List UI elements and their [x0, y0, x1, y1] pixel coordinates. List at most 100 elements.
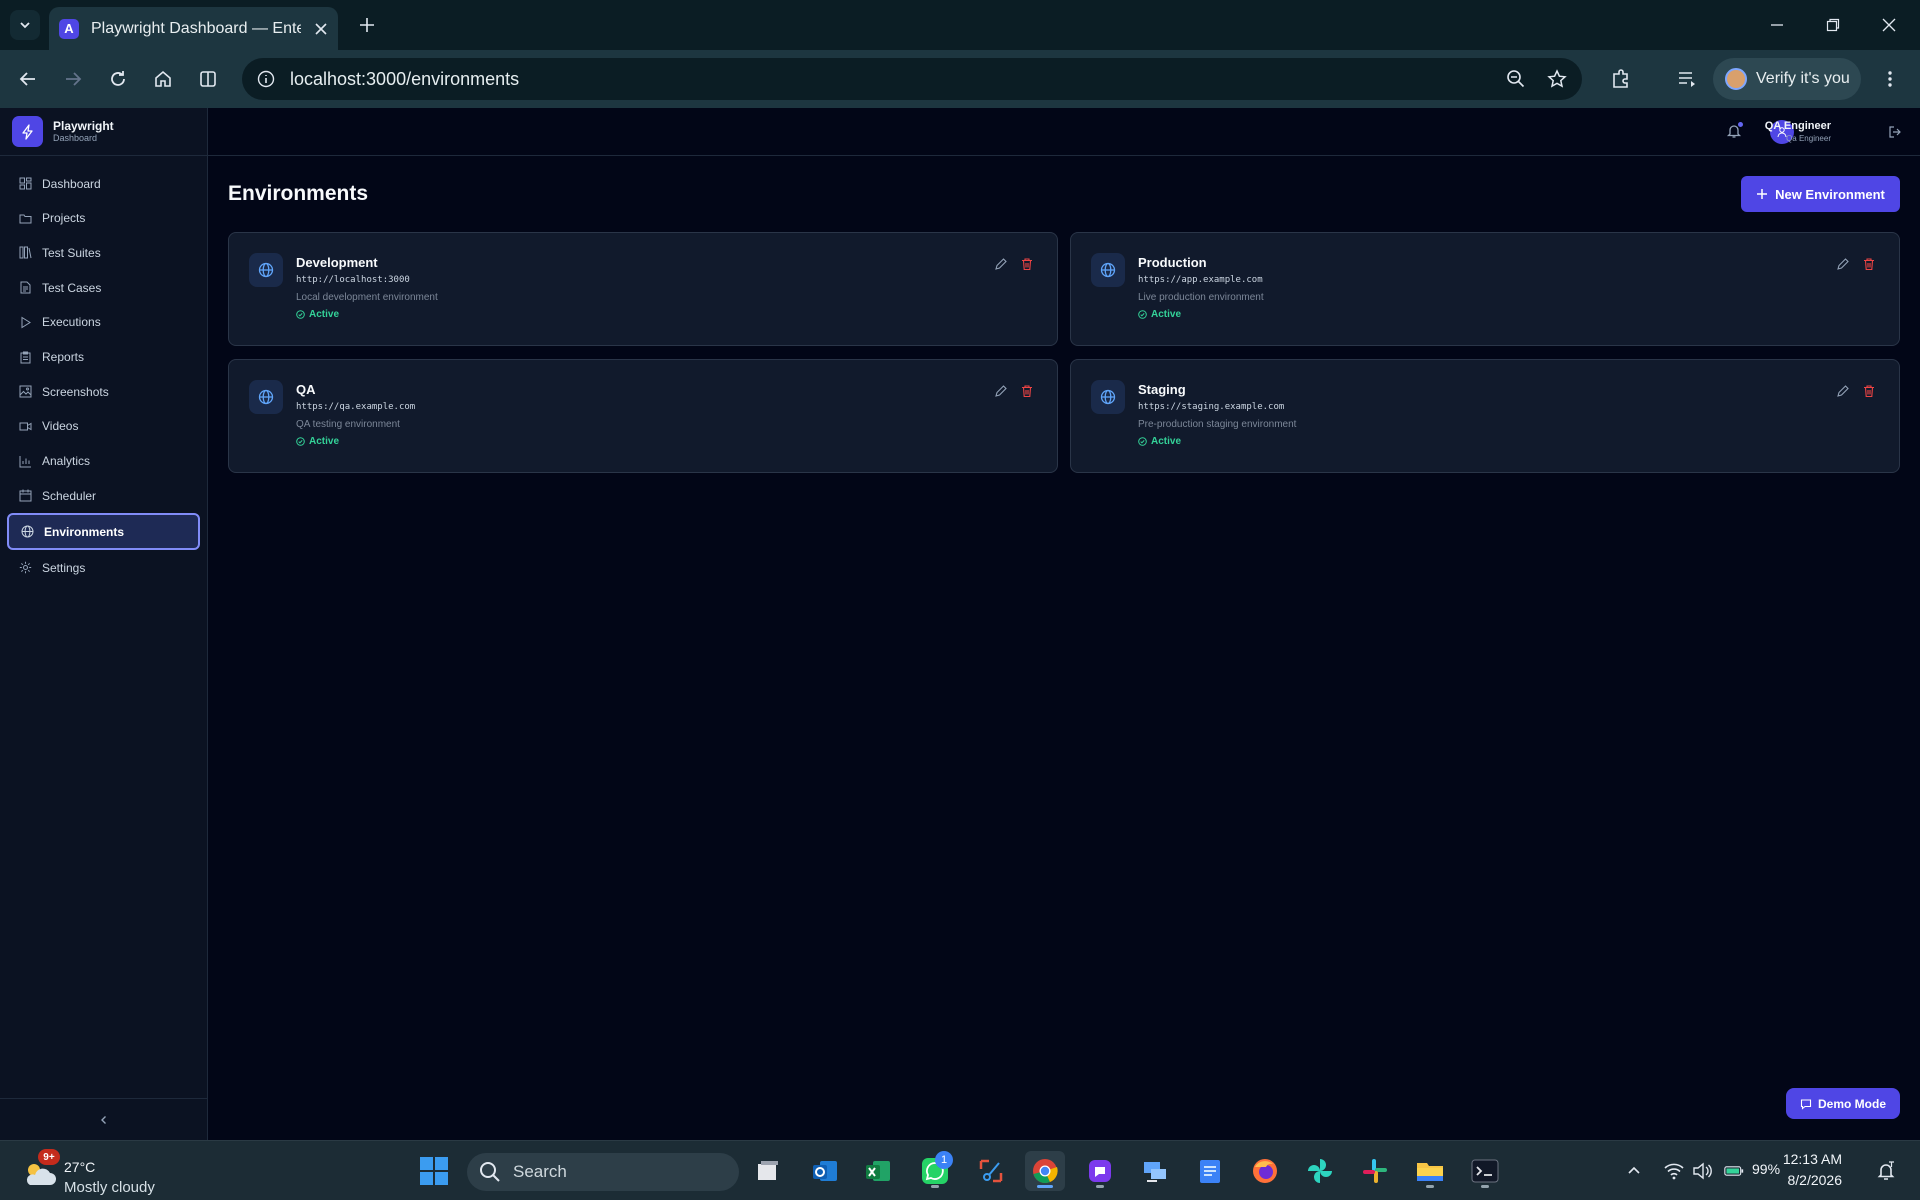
notifications-button[interactable] [1726, 122, 1743, 139]
terminal-icon[interactable] [1465, 1151, 1505, 1191]
trash-icon [1022, 385, 1032, 398]
task-view-icon[interactable] [748, 1151, 788, 1191]
bookmark-star-icon[interactable] [1545, 67, 1569, 91]
edit-button[interactable] [1836, 384, 1850, 398]
sidebar-item-screenshots[interactable]: Screenshots [7, 374, 200, 409]
forward-button[interactable] [59, 65, 87, 93]
message-icon [1800, 1098, 1812, 1110]
check-circle-icon [296, 310, 305, 319]
edit-button[interactable] [994, 257, 1008, 271]
clock-date[interactable]: 8/2/2026 [1788, 1172, 1843, 1188]
reload-button[interactable] [104, 65, 132, 93]
environment-name: Development [296, 255, 378, 270]
new-environment-button[interactable]: New Environment [1741, 176, 1900, 212]
edit-button[interactable] [994, 384, 1008, 398]
sidebar-item-test-cases[interactable]: Test Cases [7, 270, 200, 305]
status-label: Active [1151, 436, 1182, 447]
sidebar-item-label: Screenshots [42, 384, 109, 399]
sidebar-item-settings[interactable]: Settings [7, 550, 200, 585]
site-info-icon[interactable] [254, 67, 278, 91]
logout-icon [1889, 126, 1901, 138]
environment-url: https://app.example.com [1138, 275, 1263, 285]
notepad-icon[interactable] [1190, 1151, 1230, 1191]
weather-widget[interactable]: 9+ 27°C Mostly cloudy [22, 1149, 172, 1196]
file-explorer-icon[interactable] [1410, 1151, 1450, 1191]
outlook-icon[interactable] [805, 1151, 845, 1191]
profile-avatar [1725, 68, 1747, 90]
start-button[interactable] [414, 1151, 454, 1191]
page-title: Environments [228, 182, 369, 205]
sidebar-item-projects[interactable]: Projects [7, 201, 200, 236]
environment-description: Local development environment [296, 292, 438, 303]
sidebar-item-executions[interactable]: Executions [7, 305, 200, 340]
whatsapp-icon[interactable]: 1 [915, 1151, 955, 1191]
logout-button[interactable] [1888, 125, 1902, 139]
firefox-icon[interactable] [1245, 1151, 1285, 1191]
pinwheel-app-icon[interactable] [1300, 1151, 1340, 1191]
snipping-tool-icon[interactable] [971, 1151, 1011, 1191]
running-indicator [1096, 1185, 1104, 1188]
new-tab-button[interactable] [354, 12, 380, 38]
browser-menu-button[interactable] [1876, 65, 1904, 93]
sidebar-collapse-button[interactable] [0, 1098, 207, 1140]
back-button[interactable] [14, 65, 42, 93]
sidebar-item-scheduler[interactable]: Scheduler [7, 478, 200, 513]
slack-icon[interactable] [1355, 1151, 1395, 1191]
sidebar-item-videos[interactable]: Videos [7, 409, 200, 444]
check-circle-icon [1138, 310, 1147, 319]
brand[interactable]: Playwright Dashboard [0, 108, 207, 156]
globe-icon [249, 253, 283, 287]
globe-icon [249, 380, 283, 414]
delete-button[interactable] [1862, 384, 1876, 398]
remote-desktop-icon[interactable] [1135, 1151, 1175, 1191]
environment-description: Live production environment [1138, 292, 1264, 303]
clock-time[interactable]: 12:13 AM [1783, 1151, 1842, 1167]
running-indicator [1481, 1185, 1489, 1188]
delete-button[interactable] [1020, 384, 1034, 398]
environment-url: http://localhost:3000 [296, 275, 410, 285]
zoom-icon[interactable] [1504, 67, 1528, 91]
environment-card[interactable]: Development http://localhost:3000 Local … [228, 232, 1058, 346]
puzzle-icon [1613, 69, 1628, 88]
taskbar-search[interactable]: Search [467, 1153, 739, 1191]
chrome-icon[interactable] [1025, 1151, 1065, 1191]
environment-name: Staging [1138, 382, 1186, 397]
reload-icon [111, 71, 125, 86]
extensions-button[interactable] [1607, 65, 1635, 93]
sidebar-item-analytics[interactable]: Analytics [7, 444, 200, 479]
address-bar[interactable]: localhost:3000/environments [242, 58, 1582, 100]
home-button[interactable] [149, 65, 177, 93]
url-text[interactable]: localhost:3000/environments [290, 69, 519, 90]
sidebar-item-test-suites[interactable]: Test Suites [7, 235, 200, 270]
delete-button[interactable] [1020, 257, 1034, 271]
restore-button[interactable] [1810, 10, 1856, 40]
environment-card[interactable]: Production https://app.example.com Live … [1070, 232, 1900, 346]
sidebar-item-reports[interactable]: Reports [7, 340, 200, 375]
environment-card[interactable]: QA https://qa.example.com QA testing env… [228, 359, 1058, 473]
show-hidden-icons-chevron-icon[interactable] [1624, 1161, 1644, 1181]
profile-verify-button[interactable]: Verify it's you [1713, 58, 1861, 100]
split-view-button[interactable] [194, 65, 222, 93]
wifi-icon[interactable] [1664, 1161, 1684, 1181]
delete-button[interactable] [1862, 257, 1876, 271]
excel-icon[interactable] [858, 1151, 898, 1191]
close-window-button[interactable] [1866, 10, 1912, 40]
media-controls-button[interactable] [1673, 65, 1701, 93]
environment-url: https://staging.example.com [1138, 402, 1285, 412]
tab-close-icon[interactable] [314, 22, 328, 36]
minimize-button[interactable] [1754, 10, 1800, 40]
demo-mode-button[interactable]: Demo Mode [1786, 1088, 1900, 1119]
chat-app-icon[interactable] [1080, 1151, 1120, 1191]
edit-button[interactable] [1836, 257, 1850, 271]
search-icon [480, 1162, 500, 1182]
volume-icon[interactable] [1692, 1161, 1712, 1181]
close-icon [1882, 18, 1896, 32]
tab-search-button[interactable] [10, 10, 40, 40]
browser-tab-active[interactable]: A Playwright Dashboard — Enterprise [49, 7, 338, 50]
calendar-icon [18, 489, 32, 503]
battery-icon[interactable] [1724, 1161, 1744, 1181]
sidebar-item-environments[interactable]: Environments [7, 513, 200, 551]
sidebar-item-dashboard[interactable]: Dashboard [7, 166, 200, 201]
notifications-bell-icon[interactable] [1876, 1161, 1896, 1181]
environment-card[interactable]: Staging https://staging.example.com Pre-… [1070, 359, 1900, 473]
